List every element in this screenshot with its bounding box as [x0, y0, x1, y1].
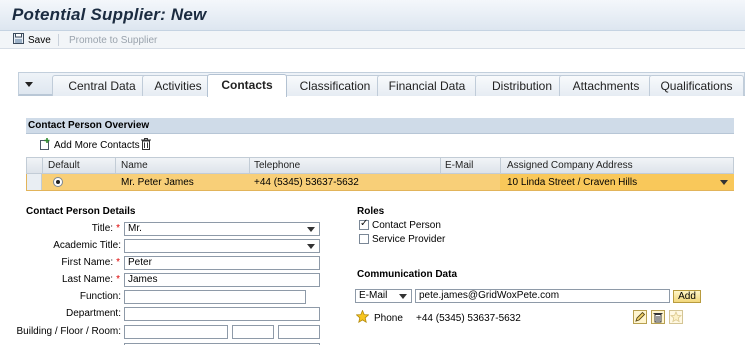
- tab-strip: Central Data Activities Classification F…: [18, 72, 745, 97]
- add-contact-icon: [39, 138, 51, 153]
- toolbar-separator: [58, 34, 59, 46]
- overview-toolbar: Add More Contacts: [26, 134, 734, 156]
- tab-list-menu-icon[interactable]: [23, 79, 35, 89]
- column-divider: [440, 158, 441, 174]
- email-field[interactable]: pete.james@GridWoxPete.com: [415, 289, 670, 303]
- phone-label: Phone: [374, 313, 403, 324]
- save-button[interactable]: Save: [13, 33, 51, 47]
- first-name-label: First Name: *: [61, 257, 120, 268]
- set-standard-button[interactable]: [669, 310, 683, 324]
- department-label: Department:: [65, 308, 121, 319]
- delete-phone-button[interactable]: [651, 310, 665, 324]
- academic-title-select[interactable]: [124, 239, 320, 253]
- add-more-contacts-label: Add More Contacts: [54, 140, 140, 151]
- star-icon: [355, 309, 370, 326]
- department-field[interactable]: [124, 307, 320, 321]
- column-assigned-address[interactable]: Assigned Company Address: [507, 160, 633, 171]
- promote-to-supplier-button[interactable]: Promote to Supplier: [69, 35, 157, 46]
- floor-field[interactable]: [232, 325, 274, 339]
- add-more-contacts-button[interactable]: Add More Contacts: [39, 138, 140, 153]
- cell-telephone: +44 (5345) 53637-5632: [254, 177, 359, 188]
- column-divider: [42, 158, 43, 174]
- table-header: Default Name Telephone E-Mail Assigned C…: [26, 157, 734, 174]
- contact-person-label: Contact Person: [372, 220, 441, 231]
- tab-activities[interactable]: Activities: [142, 75, 214, 96]
- last-name-label: Last Name: *: [61, 274, 120, 285]
- cell-name: Mr. Peter James: [121, 177, 194, 188]
- page-title: Potential Supplier: New: [12, 5, 207, 24]
- tab-central-data[interactable]: Central Data: [52, 75, 152, 96]
- star-outline-icon: [670, 310, 682, 326]
- building-field[interactable]: [124, 325, 228, 339]
- chevron-down-icon: [720, 180, 728, 185]
- row-selector[interactable]: [27, 174, 42, 190]
- roles-title: Roles: [357, 206, 385, 217]
- column-default[interactable]: Default: [48, 160, 80, 171]
- service-provider-label: Service Provider: [372, 234, 446, 245]
- contact-table: Default Name Telephone E-Mail Assigned C…: [26, 157, 734, 191]
- cell-address: 10 Linda Street / Craven Hills: [507, 177, 638, 188]
- title-select[interactable]: Mr.: [124, 222, 320, 236]
- column-divider: [115, 158, 116, 174]
- details-title: Contact Person Details: [26, 206, 136, 217]
- delete-contact-button[interactable]: [141, 138, 151, 153]
- save-icon: [13, 33, 24, 47]
- contact-person-checkbox[interactable]: [359, 218, 369, 230]
- phone-value: +44 (5345) 53637-5632: [416, 313, 521, 324]
- save-label: Save: [28, 34, 51, 46]
- table-row[interactable]: Mr. Peter James +44 (5345) 53637-5632 10…: [26, 174, 734, 191]
- toolbar: Save Promote to Supplier: [0, 31, 745, 49]
- column-divider: [500, 158, 501, 174]
- trash-icon: [652, 313, 664, 326]
- assigned-address-dropdown[interactable]: 10 Linda Street / Craven Hills: [500, 174, 734, 190]
- tab-classification[interactable]: Classification: [283, 75, 387, 96]
- communication-title: Communication Data: [357, 269, 458, 280]
- tab-distribution[interactable]: Distribution: [475, 75, 569, 96]
- building-floor-room-label: Building / Floor / Room:: [16, 326, 122, 337]
- overview-header: Contact Person Overview: [26, 118, 734, 134]
- academic-title-label: Academic Title:: [53, 240, 121, 251]
- title-bar: Potential Supplier: New: [0, 0, 745, 31]
- column-email[interactable]: E-Mail: [445, 160, 473, 171]
- title-label: Title: *: [91, 223, 120, 234]
- column-name[interactable]: Name: [121, 160, 148, 171]
- edit-phone-button[interactable]: [633, 310, 647, 324]
- service-provider-checkbox[interactable]: [359, 234, 369, 244]
- last-name-field[interactable]: James: [124, 273, 320, 287]
- first-name-field[interactable]: Peter: [124, 256, 320, 270]
- room-field[interactable]: [278, 325, 320, 339]
- communication-type-select[interactable]: E-Mail: [355, 289, 412, 303]
- tab-financial-data[interactable]: Financial Data: [377, 75, 477, 96]
- tab-attachments[interactable]: Attachments: [559, 75, 653, 96]
- column-telephone[interactable]: Telephone: [254, 160, 300, 171]
- trash-icon: [141, 138, 151, 153]
- column-divider: [249, 158, 250, 174]
- add-communication-button[interactable]: Add: [673, 290, 701, 303]
- default-radio[interactable]: [53, 177, 63, 187]
- pencil-icon: [634, 311, 646, 326]
- tab-contacts[interactable]: Contacts: [207, 74, 287, 97]
- function-label: Function:: [79, 291, 121, 302]
- function-field[interactable]: [124, 290, 306, 304]
- tab-qualifications[interactable]: Qualifications: [649, 75, 744, 96]
